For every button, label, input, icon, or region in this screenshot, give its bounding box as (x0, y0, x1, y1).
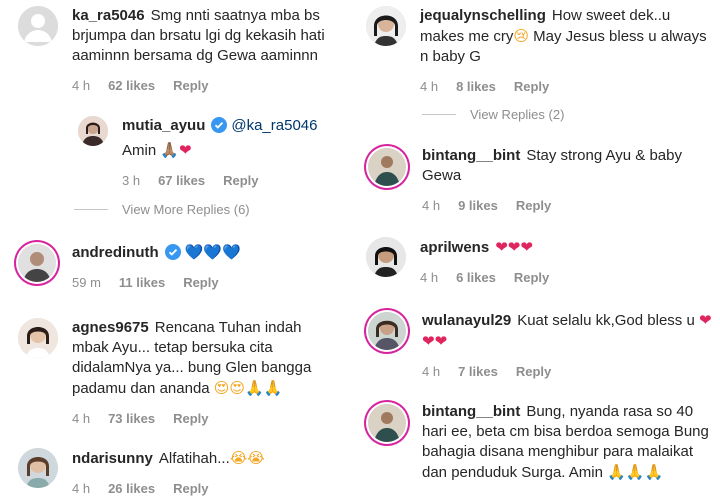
comment-jequalynschelling: jequalynschelling How sweet dek..u makes … (366, 6, 716, 97)
comment-agnes9675: agnes9675 Rencana Tuhan indah mbak Ayu...… (18, 318, 358, 429)
verified-badge-icon (211, 117, 228, 133)
user-photo-icon (368, 404, 406, 442)
username[interactable]: bintang__bint (422, 403, 520, 420)
divider-line (422, 114, 456, 115)
likes-count[interactable]: 9 likes (458, 196, 498, 216)
reply-button[interactable]: Reply (516, 196, 551, 216)
username[interactable]: agnes9675 (72, 319, 149, 336)
comment-emoji: ❤❤❤ (495, 238, 533, 256)
username[interactable]: bintang__bint (422, 147, 520, 164)
username[interactable]: mutia_ayuu (122, 117, 205, 134)
comment-emoji: 😢 (513, 27, 529, 45)
timestamp: 4 h (72, 481, 91, 496)
username[interactable]: ndarisunny (72, 450, 153, 467)
reply-button[interactable]: Reply (173, 76, 208, 96)
likes-count[interactable]: 26 likes (108, 479, 155, 499)
avatar[interactable] (368, 148, 406, 186)
avatar[interactable] (78, 116, 108, 146)
avatar[interactable] (366, 237, 406, 277)
comment-emoji: 🙏🏽❤ (160, 141, 192, 159)
comment-emoji: 🙏🙏🙏 (607, 463, 664, 481)
comment-emoji: 😭😭 (229, 449, 265, 467)
reply-button[interactable]: Reply (173, 479, 208, 499)
mention-link[interactable]: @ka_ra5046 (231, 117, 317, 134)
username[interactable]: andredinuth (72, 244, 159, 261)
avatar[interactable] (18, 6, 58, 46)
timestamp: 4 h (422, 198, 441, 213)
reply-mutia_ayuu: mutia_ayuu @ka_ra5046 Amin 🙏🏽❤ 3 h 67 lik… (78, 116, 358, 191)
avatar[interactable] (18, 448, 58, 488)
username[interactable]: wulanayul29 (422, 312, 511, 329)
divider-line (74, 209, 108, 210)
timestamp: 4 h (72, 411, 91, 426)
likes-count[interactable]: 67 likes (158, 171, 205, 191)
verified-badge-icon (164, 244, 181, 260)
reply-button[interactable]: Reply (183, 273, 218, 293)
user-photo-icon (18, 448, 58, 488)
timestamp: 59 m (72, 275, 101, 290)
avatar[interactable] (18, 244, 56, 282)
comment-text: Alfatihah... (158, 450, 230, 467)
comment-bintang__bint: bintang__bint Stay strong Ayu & baby Gewa… (366, 146, 716, 216)
likes-count[interactable]: 6 likes (456, 268, 496, 288)
reply-button[interactable]: Reply (514, 77, 549, 97)
likes-count[interactable]: 8 likes (456, 77, 496, 97)
avatar[interactable] (368, 312, 406, 350)
comment-emoji: 💙💙💙 (184, 243, 241, 261)
likes-count[interactable]: 73 likes (108, 409, 155, 429)
timestamp: 4 h (72, 78, 91, 93)
username[interactable]: aprilwens (420, 239, 489, 256)
user-photo-icon (368, 148, 406, 186)
timestamp: 3 h (122, 173, 141, 188)
view-replies-button[interactable]: View Replies (2) (422, 107, 564, 122)
view-more-replies-button[interactable]: View More Replies (6) (74, 202, 250, 217)
reply-button[interactable]: Reply (173, 409, 208, 429)
reply-button[interactable]: Reply (223, 171, 258, 191)
comment-text: Kuat selalu kk,God bless u (517, 312, 695, 329)
likes-count[interactable]: 7 likes (458, 362, 498, 382)
timestamp: 4 h (420, 79, 439, 94)
view-more-replies-label: View More Replies (6) (122, 202, 250, 217)
avatar[interactable] (368, 404, 406, 442)
user-photo-icon (78, 116, 108, 146)
comment-bintang__bint-2: bintang__bint Bung, nyanda rasa so 40 har… (366, 402, 716, 483)
user-photo-icon (368, 312, 406, 350)
username[interactable]: ka_ra5046 (72, 7, 145, 24)
user-photo-icon (18, 244, 56, 282)
reply-button[interactable]: Reply (516, 362, 551, 382)
timestamp: 4 h (420, 270, 439, 285)
likes-count[interactable]: 11 likes (119, 273, 165, 293)
timestamp: 4 h (422, 364, 441, 379)
user-photo-icon (366, 6, 406, 46)
avatar[interactable] (18, 318, 58, 358)
view-replies-label: View Replies (2) (470, 107, 565, 122)
comment-aprilwens: aprilwens ❤❤❤ 4 h 6 likes Reply (366, 237, 716, 288)
comment-emoji: 😍😍🙏🙏 (213, 379, 283, 397)
comment-wulanayul29: wulanayul29 Kuat selalu kk,God bless u ❤❤… (366, 310, 716, 382)
likes-count[interactable]: 62 likes (108, 76, 155, 96)
user-photo-icon (366, 237, 406, 277)
comment-andredinuth: andredinuth 💙💙💙 59 m 11 likes Reply (16, 242, 356, 293)
comment-text: Amin (122, 142, 157, 159)
reply-button[interactable]: Reply (514, 268, 549, 288)
avatar[interactable] (366, 6, 406, 46)
comment-ka_ra5046: ka_ra5046 Smg nnti saatnya mba bs brjumpa… (18, 6, 358, 96)
comment-ndarisunny: ndarisunny Alfatihah...😭😭 4 h 26 likes Re… (18, 448, 358, 499)
default-avatar-icon (18, 6, 58, 46)
username[interactable]: jequalynschelling (420, 7, 546, 24)
user-photo-icon (18, 318, 58, 358)
